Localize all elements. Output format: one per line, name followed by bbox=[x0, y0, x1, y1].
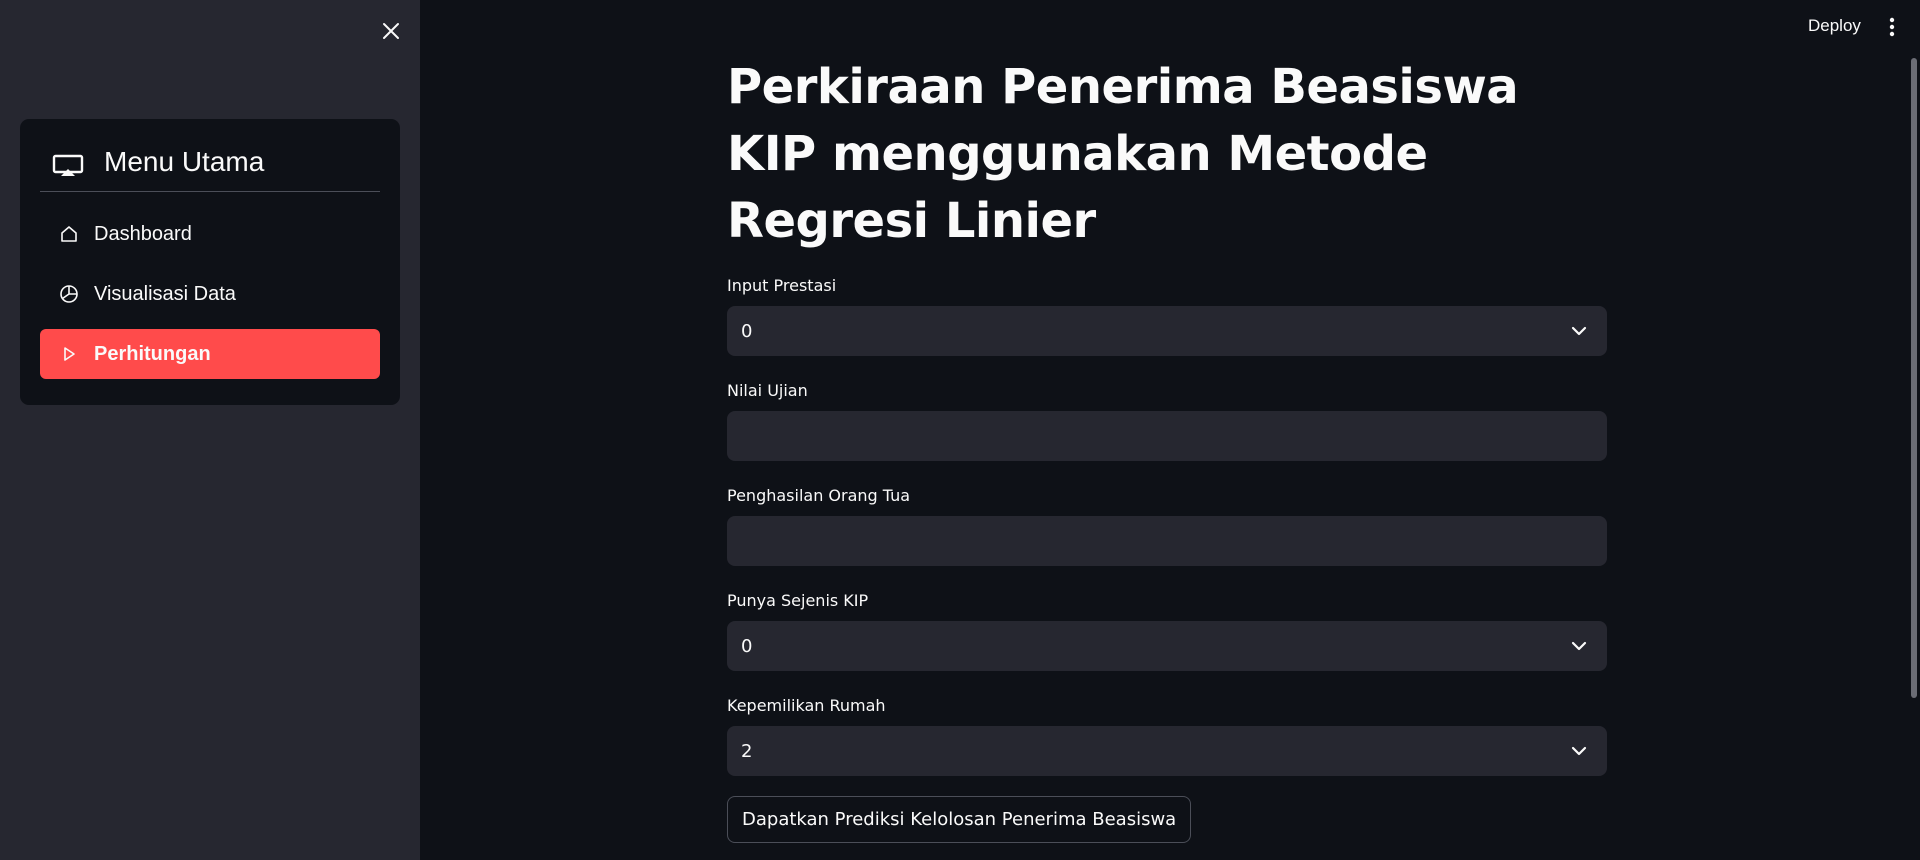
punya-sejenis-kip-select[interactable]: 0 bbox=[727, 621, 1607, 671]
input-prestasi-label: Input Prestasi bbox=[727, 276, 837, 295]
airplay-icon bbox=[52, 154, 84, 178]
deploy-button[interactable]: Deploy bbox=[1804, 14, 1865, 38]
chevron-down-icon bbox=[1569, 321, 1589, 341]
chevron-down-icon bbox=[1569, 636, 1589, 656]
menu-title: Menu Utama bbox=[104, 146, 265, 177]
predict-button[interactable]: Dapatkan Prediksi Kelolosan Penerima Bea… bbox=[727, 796, 1192, 843]
app-root: Menu Utama Dashboard Visualisasi Data Pe… bbox=[0, 0, 1920, 860]
sidebar: Menu Utama Dashboard Visualisasi Data Pe… bbox=[0, 0, 420, 860]
penghasilan-orang-tua-label: Penghasilan Orang Tua bbox=[727, 486, 911, 505]
punya-sejenis-kip-label: Punya Sejenis KIP bbox=[727, 591, 869, 610]
nilai-ujian-label: Nilai Ujian bbox=[727, 381, 808, 400]
main-menu-button[interactable] bbox=[1880, 14, 1904, 40]
kepemilikan-rumah-select[interactable]: 2 bbox=[727, 726, 1607, 776]
pie-chart-icon bbox=[58, 283, 80, 305]
kepemilikan-rumah-label: Kepemilikan Rumah bbox=[727, 696, 886, 715]
sidebar-item-label: Visualisasi Data bbox=[94, 282, 236, 305]
sidebar-item-dashboard[interactable]: Dashboard bbox=[40, 209, 380, 259]
kebab-menu-icon bbox=[1889, 17, 1895, 37]
input-prestasi-select[interactable]: 0 bbox=[727, 306, 1607, 356]
house-icon bbox=[58, 223, 80, 245]
option-menu: Menu Utama Dashboard Visualisasi Data Pe… bbox=[20, 119, 400, 405]
menu-header: Menu Utama bbox=[40, 141, 380, 192]
sidebar-item-visualisasi-data[interactable]: Visualisasi Data bbox=[40, 269, 380, 319]
select-value: 2 bbox=[741, 740, 753, 762]
sidebar-item-label: Perhitungan bbox=[94, 342, 211, 365]
page-scrollbar[interactable] bbox=[1911, 58, 1917, 698]
page-title: Perkiraan Penerima Beasiswa KIP mengguna… bbox=[727, 59, 1519, 249]
select-value: 0 bbox=[741, 320, 753, 342]
chevron-down-icon bbox=[1569, 741, 1589, 761]
penghasilan-orang-tua-input[interactable] bbox=[727, 516, 1607, 566]
close-icon bbox=[383, 23, 399, 39]
nilai-ujian-input[interactable] bbox=[727, 411, 1607, 461]
select-value: 0 bbox=[741, 635, 753, 657]
sidebar-item-label: Dashboard bbox=[94, 222, 192, 245]
close-sidebar-button[interactable] bbox=[376, 16, 406, 46]
play-triangle-icon bbox=[58, 343, 80, 365]
sidebar-item-perhitungan[interactable]: Perhitungan bbox=[40, 329, 380, 379]
